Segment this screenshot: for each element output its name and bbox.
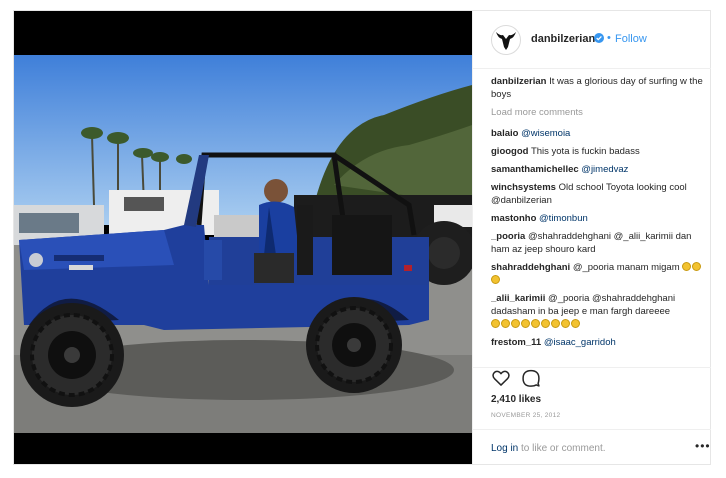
emoji-icon xyxy=(491,275,500,284)
comment-username[interactable]: balaio xyxy=(491,128,518,139)
instagram-post: danbilzerian • Follow danbilzerian It wa… xyxy=(13,10,711,465)
comment-text: @timonbun xyxy=(539,213,588,224)
post-date[interactable]: NOVEMBER 25, 2012 xyxy=(491,412,560,419)
comment-item: _pooria @shahraddehghani @_alii_karimii … xyxy=(491,230,703,256)
jeep-photo-illustration xyxy=(14,55,472,433)
emoji-icon xyxy=(551,319,560,328)
login-link[interactable]: Log in xyxy=(491,443,518,454)
emoji-icon xyxy=(541,319,550,328)
login-prompt: Log in to like or comment. xyxy=(491,443,606,454)
comment-username[interactable]: samanthamichellec xyxy=(491,164,579,175)
follow-separator: • xyxy=(607,32,611,44)
load-more-comments[interactable]: Load more comments xyxy=(491,106,703,119)
comment-item: balaio @wisemoia xyxy=(491,127,703,140)
emoji-icon xyxy=(511,319,520,328)
comment-item: mastonho @timonbun xyxy=(491,212,703,225)
caption: danbilzerian It was a glorious day of su… xyxy=(491,75,703,101)
comments-list[interactable]: danbilzerian It was a glorious day of su… xyxy=(491,75,703,367)
emoji-icon xyxy=(521,319,530,328)
comment-bubble-icon[interactable] xyxy=(521,368,541,388)
emoji-group xyxy=(491,319,581,330)
likes-count[interactable]: 2,410 likes xyxy=(491,394,541,405)
comment-username[interactable]: gioogod xyxy=(491,146,528,157)
add-comment-section: Log in to like or comment. ••• xyxy=(473,429,711,464)
emoji-icon xyxy=(491,319,500,328)
comment-username[interactable]: frestom_11 xyxy=(491,337,541,348)
post-photo[interactable] xyxy=(14,55,472,433)
comment-text: @isaac_garridoh xyxy=(543,337,616,348)
comment-username[interactable]: _pooria xyxy=(491,231,525,242)
emoji-icon xyxy=(571,319,580,328)
comment-item: _alii_karimii @_pooria @shahraddehghani … xyxy=(491,292,703,331)
comment-username[interactable]: shahraddehghani xyxy=(491,262,570,273)
emoji-icon xyxy=(501,319,510,328)
comment-text: @_pooria manam migam xyxy=(572,262,680,273)
comment-item: winchsystems Old school Toyota looking c… xyxy=(491,181,703,207)
emoji-icon xyxy=(692,262,702,271)
emoji-icon xyxy=(531,319,540,328)
follow-button[interactable]: Follow xyxy=(615,33,647,45)
comment-username[interactable]: mastonho xyxy=(491,213,536,224)
caption-username[interactable]: danbilzerian xyxy=(491,76,546,87)
comment-username[interactable]: winchsystems xyxy=(491,182,556,193)
more-options-icon[interactable]: ••• xyxy=(695,439,711,453)
comment-text: This yota is fuckin badass xyxy=(530,146,640,157)
comment-item: frestom_11 @isaac_garridoh xyxy=(491,336,703,349)
post-media xyxy=(14,11,472,464)
goat-head-logo xyxy=(496,32,516,50)
emoji-icon xyxy=(561,319,570,328)
avatar[interactable] xyxy=(491,25,521,55)
post-header: danbilzerian • Follow xyxy=(473,11,711,69)
login-prompt-text: to like or comment. xyxy=(518,443,606,454)
heart-icon[interactable] xyxy=(491,368,511,388)
emoji-icon xyxy=(682,262,692,271)
comment-item: gioogod This yota is fuckin badass xyxy=(491,145,703,158)
comment-text: @wisemoia xyxy=(521,128,571,139)
comment-text: @jimedvaz xyxy=(581,164,629,175)
verified-badge-icon xyxy=(594,33,604,43)
comment-item: samanthamichellec @jimedvaz xyxy=(491,163,703,176)
comment-item: shahraddehghani @_pooria manam migam xyxy=(491,261,703,287)
post-username[interactable]: danbilzerian xyxy=(531,33,595,45)
comment-username[interactable]: _alii_karimii xyxy=(491,293,545,304)
post-sidebar: danbilzerian • Follow danbilzerian It wa… xyxy=(472,11,711,464)
